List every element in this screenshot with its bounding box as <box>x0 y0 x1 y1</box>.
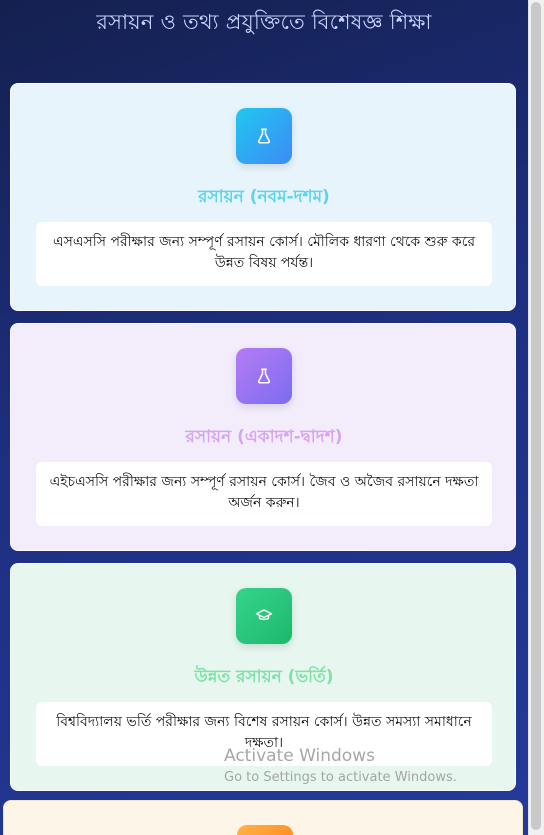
scrollbar-thumb[interactable] <box>531 2 541 830</box>
graduation-cap-icon <box>236 588 292 644</box>
course-title: রসায়ন (নবম-দশম) <box>198 187 330 207</box>
course-description: এসএসসি পরীক্ষার জন্য সম্পূর্ণ রসায়ন কোর… <box>36 222 492 286</box>
course-title: উন্নত রসায়ন (ভর্তি) <box>194 667 334 687</box>
course-card-chemistry-ssc[interactable]: রসায়ন (নবম-দশম) এসএসসি পরীক্ষার জন্য সম… <box>10 83 516 311</box>
watermark-subtitle: Go to Settings to activate Windows. <box>224 770 457 785</box>
flask-icon <box>236 108 292 164</box>
page-background: রসায়ন ও তথ্য প্রযুক্তিতে বিশেষজ্ঞ শিক্ষ… <box>0 0 528 835</box>
vertical-scrollbar[interactable] <box>528 0 544 835</box>
course-icon <box>237 825 293 835</box>
course-card-chemistry-hsc[interactable]: রসায়ন (একাদশ-দ্বাদশ) এইচএসসি পরীক্ষার জ… <box>10 323 516 551</box>
windows-activation-watermark: Activate Windows Go to Settings to activ… <box>224 746 457 785</box>
course-title: রসায়ন (একাদশ-দ্বাদশ) <box>185 427 343 447</box>
course-card-partial[interactable] <box>3 800 523 835</box>
watermark-title: Activate Windows <box>224 746 375 766</box>
flask-icon <box>236 348 292 404</box>
course-description: এইচএসসি পরীক্ষার জন্য সম্পূর্ণ রসায়ন কো… <box>36 462 492 526</box>
page-heading: রসায়ন ও তথ্য প্রযুক্তিতে বিশেষজ্ঞ শিক্ষ… <box>96 10 432 34</box>
